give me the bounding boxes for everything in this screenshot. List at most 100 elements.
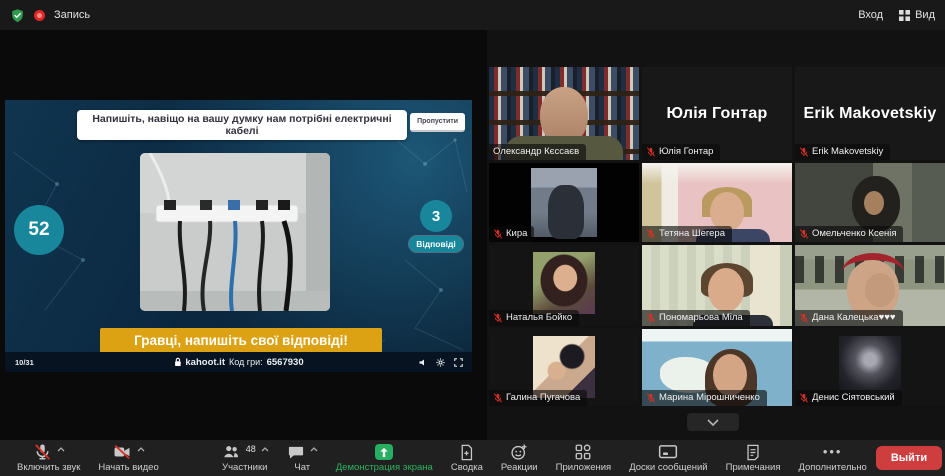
muted-mic-icon bbox=[799, 228, 809, 239]
question-image bbox=[140, 153, 330, 311]
participant-tile[interactable]: Марина Мірошниченко bbox=[642, 329, 792, 406]
answers-badge: Відповіді bbox=[409, 236, 463, 252]
game-code-label: Код гри: bbox=[228, 357, 263, 367]
participants-label: Участники bbox=[222, 462, 268, 473]
kahoot-slide: Напишіть, навіщо на вашу думку нам потрі… bbox=[5, 100, 472, 372]
participant-tile[interactable]: Галина Пугачова bbox=[489, 329, 639, 406]
participant-name: Тетяна Шегера bbox=[659, 228, 725, 239]
participants-button[interactable]: 48 Участники bbox=[212, 442, 278, 474]
participant-name: Юлія Гонтар bbox=[659, 146, 714, 157]
share-screen-button[interactable]: Демонстрация экрана bbox=[327, 442, 442, 474]
timer-circle: 52 bbox=[14, 205, 64, 255]
share-screen-icon bbox=[375, 444, 394, 460]
unmute-button[interactable]: Включить звук bbox=[8, 442, 89, 474]
share-screen-label: Демонстрация экрана bbox=[335, 462, 433, 473]
muted-mic-icon bbox=[33, 443, 52, 461]
participant-name: Erik Makovetskiy bbox=[812, 146, 884, 157]
participant-tile[interactable]: Дана Калецька♥♥♥ bbox=[795, 245, 945, 326]
participant-tile[interactable]: Денис Сіятовський bbox=[795, 329, 945, 406]
muted-mic-icon bbox=[493, 312, 503, 323]
participants-options-chevron[interactable] bbox=[261, 446, 269, 452]
muted-mic-icon bbox=[799, 392, 809, 403]
slide-progress: 10/31 bbox=[15, 357, 34, 367]
participant-name: Пономарьова Міла bbox=[659, 312, 743, 323]
signin-button[interactable]: Вход bbox=[858, 9, 883, 21]
grid-view-icon bbox=[899, 9, 911, 21]
summary-button[interactable]: Сводка bbox=[442, 442, 492, 474]
muted-mic-icon bbox=[646, 146, 656, 157]
profile-avatar bbox=[839, 336, 901, 398]
video-figure bbox=[548, 185, 584, 240]
video-options-chevron[interactable] bbox=[137, 446, 145, 452]
answers-widget: 3 Відповіді bbox=[408, 200, 464, 252]
recording-indicator-icon[interactable] bbox=[34, 9, 45, 21]
video-face bbox=[708, 267, 744, 312]
participants-count: 48 bbox=[245, 444, 256, 454]
bottom-toolbar: Включить звук Начать видео 48 Участники bbox=[0, 440, 945, 476]
profile-avatar bbox=[533, 336, 595, 398]
participant-name: Кира bbox=[506, 228, 528, 239]
summary-document-icon bbox=[458, 444, 475, 461]
whiteboards-label: Доски сообщений bbox=[629, 462, 708, 473]
participant-name: Дана Калецька♥♥♥ bbox=[812, 312, 896, 323]
chat-button[interactable]: Чат bbox=[278, 442, 327, 474]
more-ellipsis-icon: ••• bbox=[822, 444, 843, 459]
muted-mic-icon bbox=[493, 392, 503, 403]
chat-label: Чат bbox=[294, 462, 311, 473]
notes-button[interactable]: Примечания bbox=[717, 442, 790, 474]
participant-tile[interactable]: Пономарьова Міла bbox=[642, 245, 792, 326]
question-text: Напишіть, навіщо на вашу думку нам потрі… bbox=[77, 110, 407, 140]
kahoot-footer: 10/31 kahoot.it Код гри: 6567930 bbox=[5, 352, 472, 372]
participant-name: Омельченко Ксенія bbox=[812, 228, 897, 239]
participants-icon bbox=[221, 443, 241, 461]
participant-name: Денис Сіятовський bbox=[812, 392, 895, 403]
participant-name: Наталья Бойко bbox=[506, 312, 573, 323]
skip-button[interactable]: Пропустити bbox=[410, 113, 465, 132]
muted-mic-icon bbox=[493, 228, 503, 239]
participant-tile[interactable]: Кира bbox=[489, 163, 639, 242]
game-code: 6567930 bbox=[266, 356, 304, 368]
settings-gear-icon[interactable] bbox=[436, 357, 445, 367]
chevron-down-icon bbox=[707, 418, 719, 426]
leave-meeting-button[interactable]: Выйти bbox=[875, 446, 943, 470]
participant-tile[interactable]: Олександр Кєссаєв bbox=[489, 67, 639, 160]
muted-mic-icon bbox=[646, 392, 656, 403]
summary-label: Сводка bbox=[450, 462, 483, 473]
more-button[interactable]: ••• Дополнительно bbox=[789, 442, 875, 474]
main-area: Напишіть, навіщо на вашу думку нам потрі… bbox=[0, 30, 945, 440]
participant-name: Марина Мірошниченко bbox=[659, 392, 760, 403]
muted-mic-icon bbox=[646, 312, 656, 323]
answers-count: 3 bbox=[420, 200, 452, 232]
volume-icon[interactable] bbox=[418, 358, 427, 367]
view-button[interactable]: Вид bbox=[899, 9, 935, 21]
muted-mic-icon bbox=[799, 146, 809, 157]
reactions-button[interactable]: Реакции bbox=[492, 442, 547, 474]
unmute-label: Включить звук bbox=[17, 462, 81, 473]
start-video-label: Начать видео bbox=[98, 462, 159, 473]
participants-gallery: Олександр Кєссаєв Юлія Гонтар Юлія Гонта… bbox=[489, 67, 945, 406]
recording-label: Запись bbox=[54, 9, 91, 21]
fullscreen-icon[interactable] bbox=[454, 357, 463, 367]
top-bar: Запись Вход Вид bbox=[0, 0, 945, 30]
chat-options-chevron[interactable] bbox=[310, 446, 318, 452]
participant-tile[interactable]: Омельченко Ксенія bbox=[795, 163, 945, 242]
start-video-button[interactable]: Начать видео bbox=[89, 442, 167, 474]
collapse-gallery-button[interactable] bbox=[687, 413, 739, 431]
participant-tile[interactable]: Тетяна Шегера bbox=[642, 163, 792, 242]
participant-tile[interactable]: Юлія Гонтар Юлія Гонтар bbox=[642, 67, 792, 160]
view-label: Вид bbox=[915, 9, 935, 21]
muted-mic-icon bbox=[799, 312, 809, 323]
more-label: Дополнительно bbox=[798, 462, 867, 473]
participant-name: Галина Пугачова bbox=[506, 392, 581, 403]
security-shield-icon[interactable] bbox=[10, 8, 25, 23]
players-banner: Гравці, напишіть свої відповіді! bbox=[100, 328, 382, 353]
kahoot-site: kahoot.it bbox=[185, 356, 225, 368]
chat-bubble-icon bbox=[287, 444, 305, 461]
mic-options-chevron[interactable] bbox=[57, 446, 65, 452]
whiteboards-button[interactable]: Доски сообщений bbox=[620, 442, 716, 474]
apps-button[interactable]: Приложения bbox=[547, 442, 621, 474]
participant-name: Олександр Кєссаєв bbox=[493, 146, 580, 157]
participant-tile[interactable]: Наталья Бойко bbox=[489, 245, 639, 326]
smiley-reactions-icon bbox=[510, 443, 528, 461]
participant-tile[interactable]: Erik Makovetskiy Erik Makovetskiy bbox=[795, 67, 945, 160]
